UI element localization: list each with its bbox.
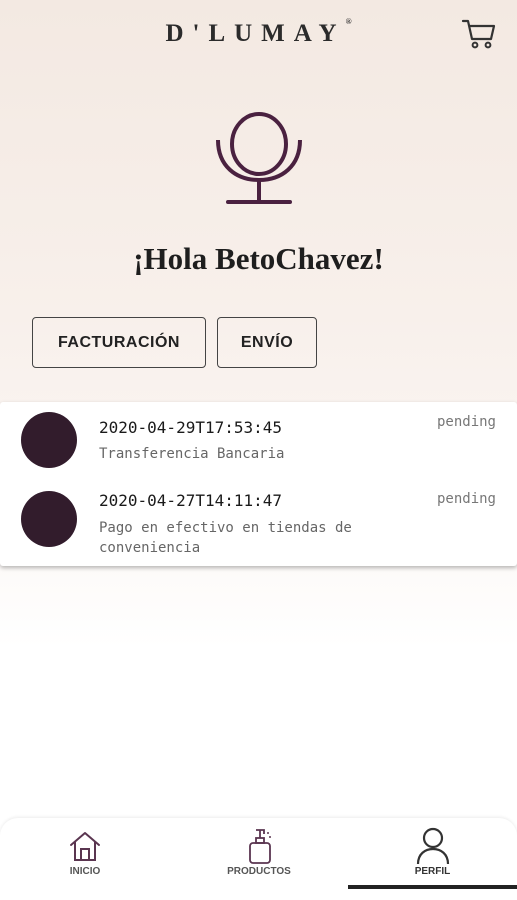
order-avatar [21,412,77,468]
order-status: pending [436,491,496,507]
nav-label-perfil: PERFIL [414,866,451,877]
order-payment-method: Pago en efectivo en tiendas de convenien… [99,520,352,556]
nav-item-productos[interactable]: PRODUCTOS [170,818,348,900]
cart-icon [461,19,496,49]
order-avatar [21,491,77,547]
mirror-icon [216,112,302,204]
order-item[interactable]: 2020-04-29T17:53:45 Transferencia Bancar… [0,402,517,478]
nav-item-perfil[interactable]: PERFIL [348,818,517,900]
order-date: 2020-04-27T14:11:47 [99,491,283,510]
nav-label-productos: PRODUCTOS [227,866,291,877]
shipping-button[interactable]: ENVÍO [217,317,317,368]
orders-list: 2020-04-29T17:53:45 Transferencia Bancar… [0,402,517,566]
active-tab-indicator [348,885,517,889]
billing-button[interactable]: FACTURACIÓN [32,317,206,368]
nav-item-inicio[interactable]: INICIO [0,818,170,900]
app-header: D'LUMAY® [0,0,517,70]
user-icon [416,827,449,865]
brand-logo: D'LUMAY® [0,16,517,48]
greeting-title: ¡Hola BetoChavez! [133,241,384,276]
order-payment-method: Transferencia Bancaria [99,446,285,462]
order-item[interactable]: 2020-04-27T14:11:47 Pago en efectivo en … [0,478,517,566]
brand-name: D'LUMAY [165,20,346,47]
registered-mark: ® [345,16,352,26]
order-status: pending [436,414,496,430]
bottle-icon [249,829,271,864]
home-icon [70,832,100,861]
bottom-nav: INICIO PRODUCTOS PERFIL [0,818,517,900]
order-date: 2020-04-29T17:53:45 [99,418,283,437]
nav-label-inicio: INICIO [69,866,101,877]
cart-button[interactable] [461,16,497,52]
